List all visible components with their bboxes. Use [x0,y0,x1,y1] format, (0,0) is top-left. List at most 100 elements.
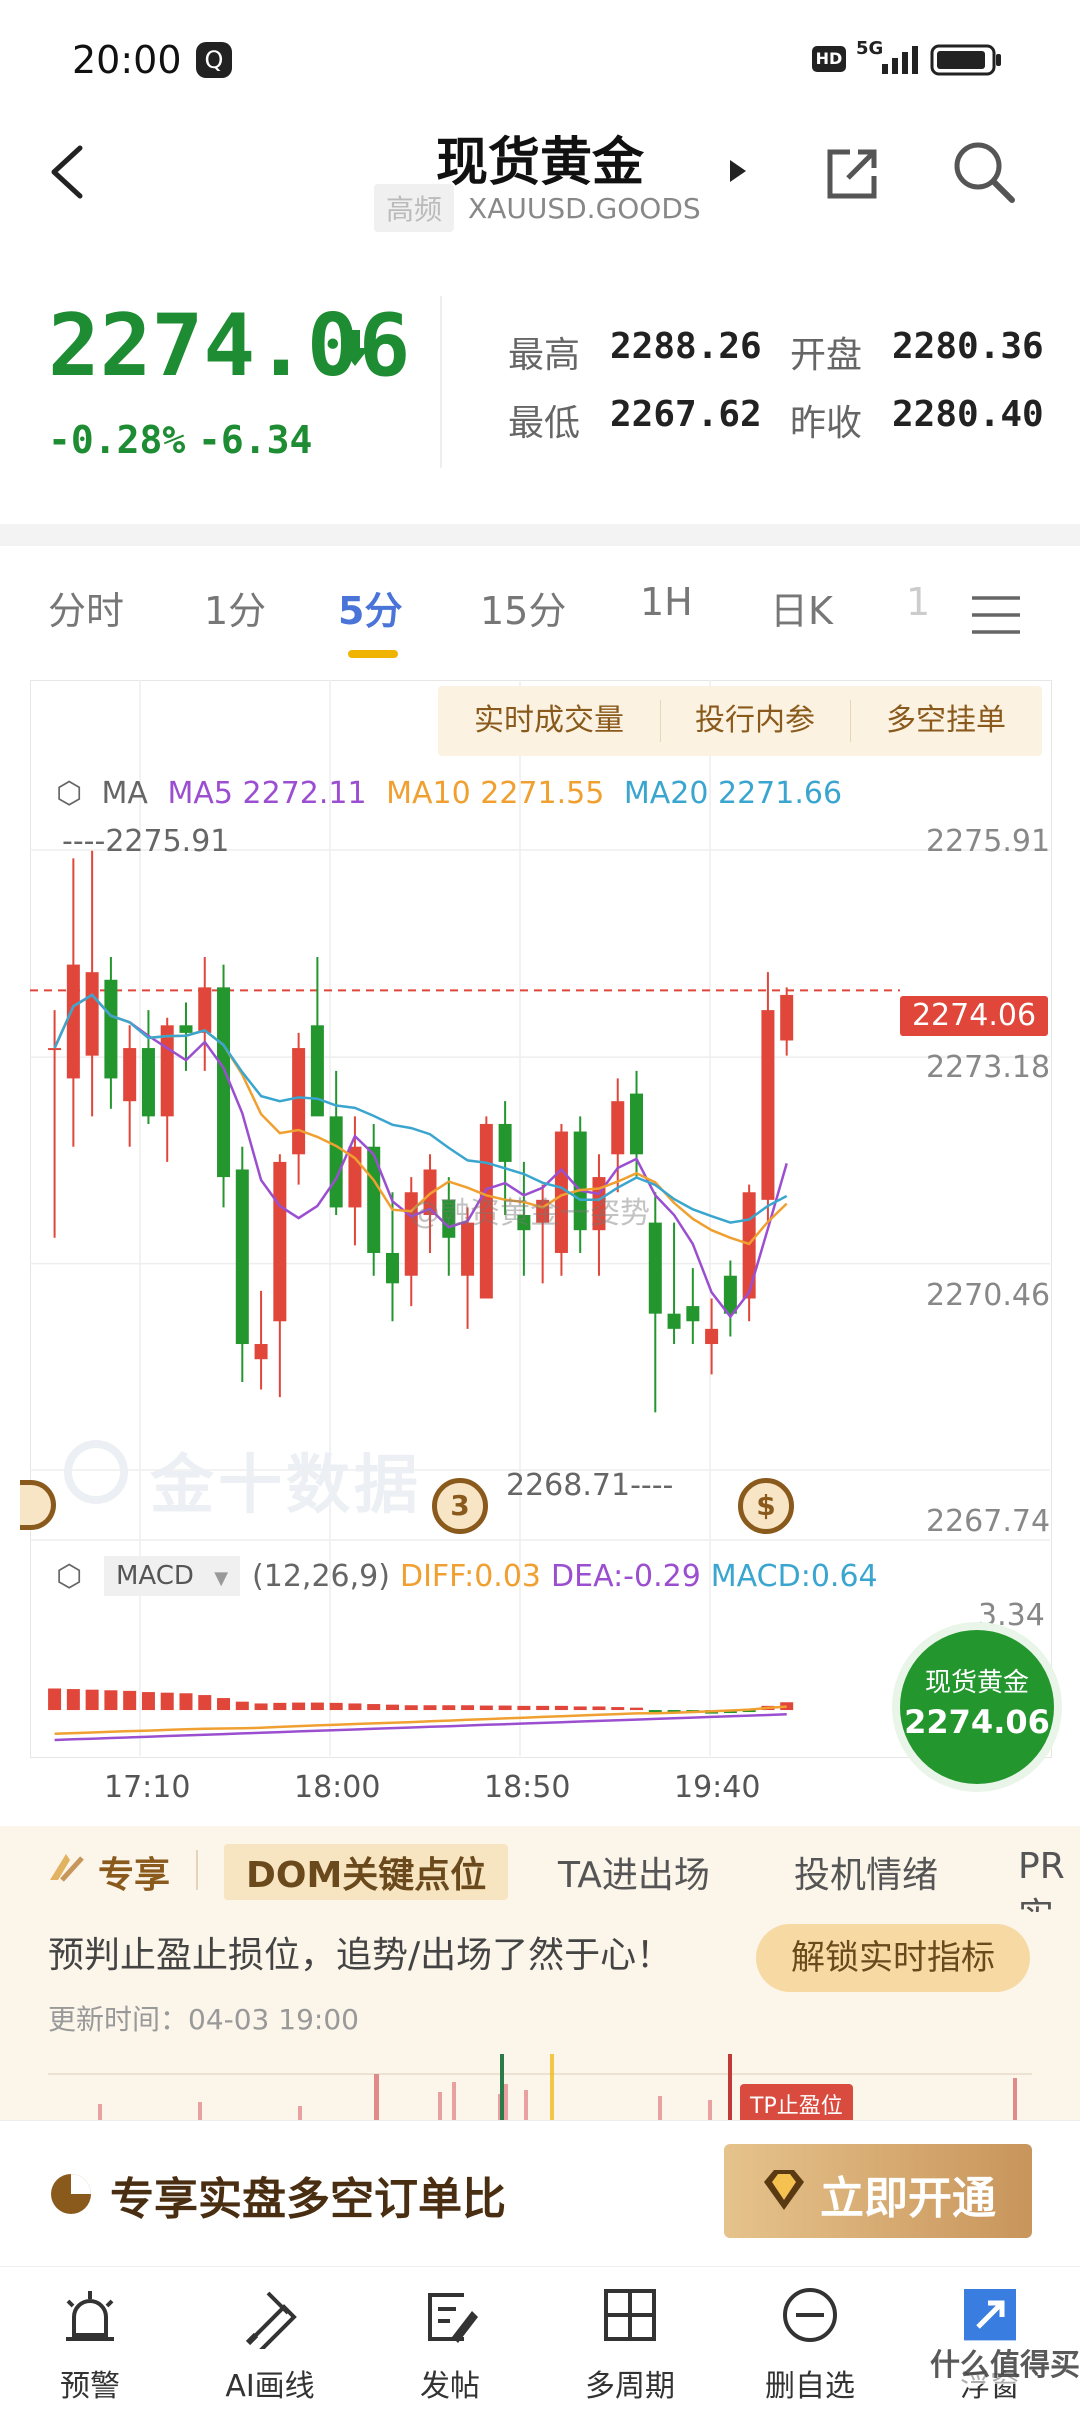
nav-multi-period-label: 多周期 [585,2369,675,2404]
macd-bar [292,1702,306,1711]
macd-bar [592,1706,606,1711]
menu-icon[interactable] [968,592,1024,638]
long-short-orders-button[interactable]: 多空挂单 [850,686,1042,756]
axis-label-bottom: 2267.74 [926,1504,1051,1539]
macd-bar [48,1688,62,1711]
macd-bar [498,1705,512,1711]
x-label-1710: 17:10 [104,1770,191,1805]
macd-dea: DEA:-0.29 [551,1558,701,1594]
high-label: 最高 [508,335,581,376]
status-bar: 20:00 Q HD 5G [0,0,1080,120]
symbol-row: 高频 XAUUSD.GOODS [374,184,701,232]
macd-label: MACD [116,1561,194,1591]
macd-value: MACD:0.64 [710,1558,878,1594]
axis-label-top: 2275.91 [926,824,1051,859]
diamond-icon [764,2170,804,2210]
macd-settings-icon[interactable]: ⬡ [56,1559,82,1594]
feature-tabs: 专享 DOM关键点位 TA进出场 投机情绪 PR实 [0,1826,1080,1937]
tab-15min[interactable]: 15分 [480,580,566,635]
axis-label-mid2: 2270.46 [926,1278,1051,1313]
macd-diff: DIFF:0.03 [399,1558,542,1594]
macd-bar [423,1705,437,1711]
corner-watermark: 什么值得买 [930,2340,1080,2384]
post-icon [428,2293,478,2343]
quote-divider [440,296,442,468]
dom-promo: 预判止盈止损位，追势/出场了然于心！ 解锁实时指标 更新时间：04-03 19:… [0,1912,1080,2120]
tab-1h[interactable]: 1H [640,580,693,624]
low-marker: 2268.71---- [506,1468,674,1503]
tab-timeshare[interactable]: 分时 [48,580,124,635]
activate-button[interactable]: 立即开通 [724,2144,1032,2238]
macd-bar [310,1702,324,1711]
candle-body [686,1306,700,1322]
change-amount: -6.34 [198,418,313,462]
event-badge-3-label: 3 [450,1489,470,1522]
floating-quote-name: 现货黄金 [924,1668,1029,1698]
ma-label: MA [101,776,148,811]
tab-5min[interactable]: 5分 [338,580,402,635]
minus-circle-icon [783,2288,837,2342]
candle-body [648,1222,662,1314]
floating-quote-button[interactable]: 现货黄金 2274.06 [892,1622,1062,1792]
share-icon[interactable] [820,142,884,206]
ma-legend: ⬡ MA MA5 2272.11 MA10 2271.55 MA20 2271.… [56,776,842,811]
candle-body [723,1275,737,1314]
tab-speculation[interactable]: 投机情绪 [794,1846,938,1898]
tab-dom-levels[interactable]: DOM关键点位 [224,1844,509,1900]
section-divider [0,524,1080,546]
investment-bank-button[interactable]: 投行内参 [660,686,850,756]
event-badge-dollar[interactable]: $ [738,1478,794,1534]
status-time: 20:00 [72,38,182,82]
tab-ta-entry[interactable]: TA进出场 [558,1846,710,1898]
low-label: 最低 [508,403,581,444]
watermark-circle-icon [64,1440,128,1504]
bottom-nav: 预警 AI画线 发帖 多周期 删自选 浮窗 [0,2266,1080,2413]
search-icon[interactable] [950,138,1020,208]
period-tabs: 分时 1分 5分 15分 1H 日K 1 [0,580,1080,652]
ma10-value: MA10 2271.55 [386,776,605,811]
unlock-button[interactable]: 解锁实时指标 [756,1924,1030,1992]
macd-legend: ⬡ MACD ▼ (12,26,9) DIFF:0.03 DEA:-0.29 M… [56,1556,878,1596]
macd-bar [611,1707,625,1711]
low-marker-value: 2268.71 [506,1468,631,1503]
axis-label-mid1: 2273.18 [926,1050,1051,1085]
exclusive-icon [50,1854,84,1882]
macd-bar [461,1705,475,1711]
tab-daily[interactable]: 日K [770,580,833,635]
macd-bar [385,1704,399,1711]
ma-settings-icon[interactable]: ⬡ [56,776,82,811]
macd-bar [479,1705,493,1711]
macd-selector[interactable]: MACD ▼ [104,1556,241,1596]
candle-body [310,1025,324,1117]
dea-line [54,1713,787,1742]
pie-chart-icon [51,2174,91,2214]
tab-1min[interactable]: 1分 [204,580,266,635]
bell-alert-icon [66,2291,114,2341]
candle-body [705,1328,719,1345]
cta-text: 专享实盘多空订单比 [110,2174,506,2225]
macd-bar [442,1705,456,1711]
tab-divider [196,1850,198,1890]
macd-bar [66,1689,80,1711]
x-label-1940: 19:40 [674,1770,761,1805]
tab-exclusive[interactable]: 专享 [98,1846,170,1898]
dom-mini-chart [48,2054,1032,2120]
x-label-1850: 18:50 [484,1770,571,1805]
candle-body [611,1101,625,1155]
tab-more-periods[interactable]: 1 [906,580,930,624]
candle-body [48,1048,62,1051]
candle-body [198,987,212,1033]
macd-bar [348,1703,362,1711]
nav-ai-draw-label: AI画线 [225,2369,315,2404]
macd-bar [630,1707,644,1711]
candle-body [141,1048,155,1117]
frequency-tag: 高频 [374,184,455,232]
event-badge-3[interactable]: 3 [432,1478,488,1534]
candle-body [123,1048,137,1102]
next-symbol-icon[interactable] [726,156,750,186]
promo-text: 预判止盈止损位，追势/出场了然于心！ [48,1935,673,1976]
high-value: 2288.26 [610,326,762,367]
nav-alert-label: 预警 [60,2369,120,2404]
realtime-volume-button[interactable]: 实时成交量 [438,686,660,756]
hd-icon: HD [812,46,846,72]
